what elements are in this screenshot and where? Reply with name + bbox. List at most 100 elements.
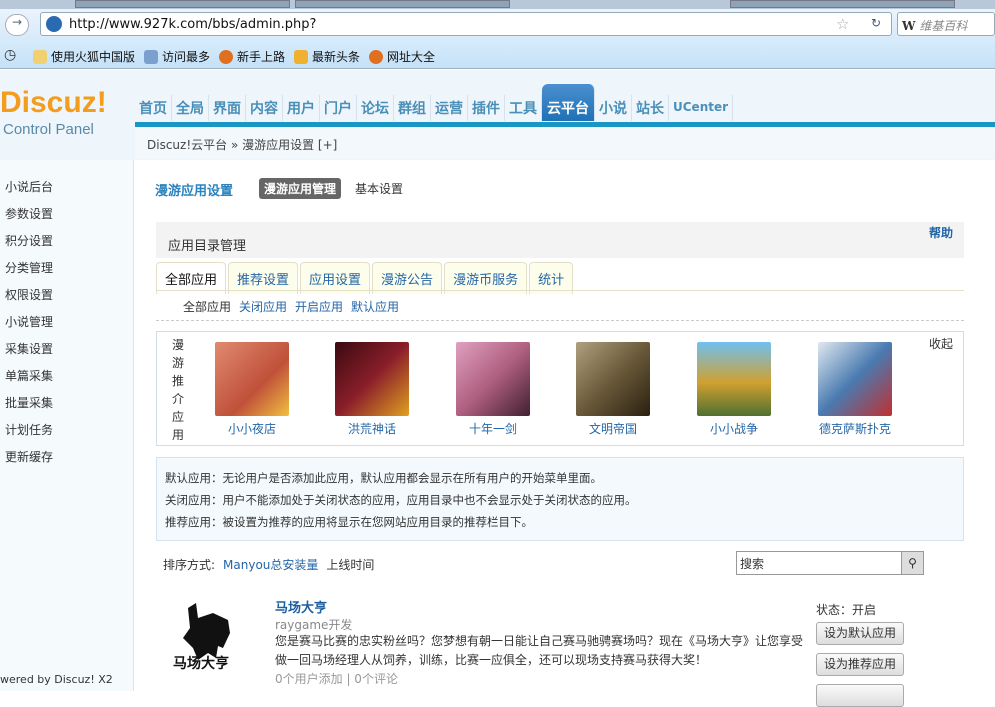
bookmark-star-icon[interactable]: ☆ [836, 15, 849, 33]
logo: Discuz! [0, 86, 107, 119]
bookmark-label: 最新头条 [312, 50, 361, 64]
tab-divider [156, 290, 964, 291]
search-icon: ⚲ [908, 556, 917, 570]
bookmark-label: 网址大全 [387, 50, 436, 64]
url-bar[interactable]: http://www.927k.com/bbs/admin.php? ☆ ↻ [40, 12, 892, 36]
app-thumbnail [576, 342, 650, 416]
reload-icon[interactable]: ↻ [871, 16, 881, 30]
collapse-link[interactable]: 收起 [929, 335, 953, 352]
url-text: http://www.927k.com/bbs/admin.php? [69, 17, 317, 32]
nav-item[interactable]: 论坛 [357, 95, 394, 121]
bookmark-item[interactable]: 新手上路 [219, 48, 285, 65]
recommended-app[interactable]: 小小夜店 [202, 342, 302, 437]
most-visited-icon [144, 49, 158, 64]
sidebar-item[interactable]: 批量采集 [5, 394, 53, 411]
subtab-closed[interactable]: 关闭应用 [239, 298, 287, 315]
recommended-app[interactable]: 十年一剑 [443, 342, 543, 437]
search-placeholder: 维基百科 [919, 19, 968, 33]
search-button[interactable]: ⚲ [901, 551, 924, 575]
search-input[interactable]: 搜索 [736, 551, 902, 575]
subtab-open[interactable]: 开启应用 [295, 298, 343, 315]
recommended-app[interactable]: 文明帝国 [563, 342, 663, 437]
recommended-app[interactable]: 德克萨斯扑克 [805, 342, 905, 437]
rss-icon [294, 49, 308, 64]
nav-item[interactable]: 运营 [431, 95, 468, 121]
firefox-icon [219, 49, 233, 64]
box-title: 应用目录管理 [168, 239, 247, 254]
recommended-app[interactable]: 小小战争 [684, 342, 784, 437]
sort-by-installs[interactable]: Manyou总安装量 [223, 556, 318, 573]
sidebar-item[interactable]: 采集设置 [5, 340, 53, 357]
nav-item[interactable]: 站长 [632, 95, 669, 121]
tab-app-management[interactable]: 漫游应用管理 [259, 178, 342, 199]
bookmark-item[interactable]: 访问最多 [144, 48, 210, 65]
app-thumbnail [215, 342, 289, 416]
bookmark-item[interactable]: 网址大全 [369, 48, 435, 65]
nav-item[interactable]: 用户 [283, 95, 320, 121]
app-stats: 0个用户添加 | 0个评论 [275, 672, 398, 686]
app-status: 状态：开启 [816, 603, 877, 617]
recommended-title: 漫游推介应用 [172, 338, 185, 442]
help-link[interactable]: 帮助 [929, 224, 953, 241]
sidebar-item[interactable]: 更新缓存 [5, 448, 53, 465]
info-line: 关闭应用：用户不能添加处于关闭状态的应用，应用目录中也不会显示处于关闭状态的应用… [165, 493, 637, 507]
nav-item[interactable]: 全局 [172, 95, 209, 121]
sidebar-item[interactable]: 分类管理 [5, 259, 53, 276]
sidebar-item[interactable]: 参数设置 [5, 205, 53, 222]
app-name: 洪荒神话 [347, 422, 396, 436]
app-thumbnail [818, 342, 892, 416]
app-description: 您是赛马比赛的忠实粉丝吗？您梦想有朝一日能让自己赛马驰骋赛场吗？现在《马场大亨》… [275, 634, 804, 667]
set-default-button[interactable]: 设为默认应用 [816, 622, 904, 645]
app-name: 文明帝国 [588, 422, 637, 436]
sidebar-item[interactable]: 积分设置 [5, 232, 53, 249]
app-name[interactable]: 马场大亨 [275, 597, 327, 616]
app-thumbnail [697, 342, 771, 416]
sidebar-item[interactable]: 单篇采集 [5, 367, 53, 384]
info-line: 推荐应用：被设置为推荐的应用将显示在您网站应用目录的推荐栏目下。 [165, 515, 533, 529]
divider [156, 320, 964, 321]
bookmark-label: 访问最多 [162, 50, 211, 64]
breadcrumb: Discuz!云平台 » 漫游应用设置 [+] [135, 127, 995, 159]
nav-item[interactable]: 门户 [320, 95, 357, 121]
set-recommend-button[interactable]: 设为推荐应用 [816, 653, 904, 676]
sidebar-item[interactable]: 权限设置 [5, 286, 53, 303]
forward-button[interactable]: → [5, 14, 29, 36]
wikipedia-icon: W [902, 19, 916, 33]
browser-tab-strip [0, 0, 995, 9]
more-button[interactable] [816, 684, 904, 707]
nav-item-active[interactable]: 云平台 [542, 84, 595, 121]
firefox-icon [369, 49, 383, 64]
sort-by-time[interactable]: 上线时间 [326, 556, 374, 573]
bookmark-item[interactable]: 最新头条 [294, 48, 360, 65]
nav-item[interactable]: 首页 [135, 95, 172, 121]
nav-item[interactable]: 插件 [468, 95, 505, 121]
sidebar-item[interactable]: 小说后台 [5, 178, 53, 195]
app-thumbnail [456, 342, 530, 416]
subtab-default[interactable]: 默认应用 [351, 298, 399, 315]
search-engine-box[interactable]: W 维基百科 [897, 12, 995, 36]
subtab-all[interactable]: 全部应用 [183, 298, 231, 315]
page-title: 漫游应用设置 [155, 184, 234, 199]
bookmark-item[interactable]: 使用火狐中国版 [33, 48, 135, 65]
app-logo-text: 马场大亨 [173, 656, 229, 672]
app-name: 德克萨斯扑克 [818, 422, 891, 436]
tab-basic-settings[interactable]: 基本设置 [355, 180, 403, 197]
box-header [156, 222, 964, 258]
nav-item[interactable]: UCenter [669, 95, 734, 121]
nav-item[interactable]: 群组 [394, 95, 431, 121]
sidebar-item[interactable]: 小说管理 [5, 313, 53, 330]
recommended-app[interactable]: 洪荒神话 [322, 342, 422, 437]
app-name: 小小战争 [709, 422, 758, 436]
app-name: 十年一剑 [468, 422, 517, 436]
history-icon[interactable]: ◷ [4, 47, 16, 63]
sort-label: 排序方式: [163, 558, 216, 572]
sidebar-item[interactable]: 计划任务 [5, 421, 53, 438]
info-line: 默认应用：无论用户是否添加此应用，默认应用都会显示在所有用户的开始菜单里面。 [165, 471, 602, 485]
nav-item[interactable]: 工具 [505, 95, 542, 121]
nav-item[interactable]: 小说 [595, 95, 632, 121]
info-box: 默认应用：无论用户是否添加此应用，默认应用都会显示在所有用户的开始菜单里面。 关… [156, 457, 964, 541]
nav-item[interactable]: 内容 [246, 95, 283, 121]
app-developer: raygame开发 [275, 618, 353, 632]
nav-item[interactable]: 界面 [209, 95, 246, 121]
subtabs: 全部应用 关闭应用 开启应用 默认应用 [183, 298, 399, 315]
